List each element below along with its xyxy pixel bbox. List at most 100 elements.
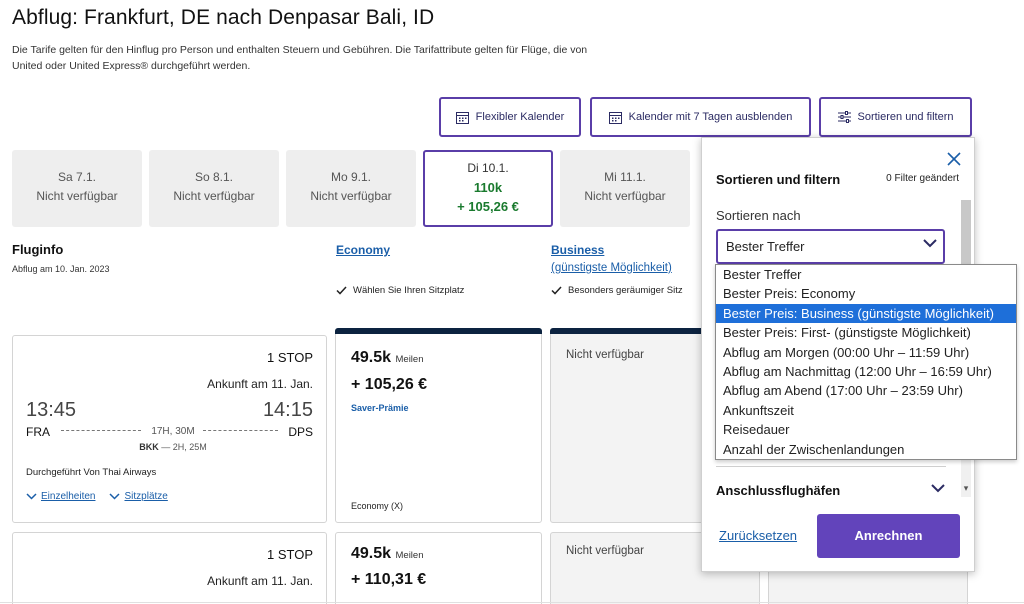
business-feature: Besonders geräumiger Sitz — [551, 285, 699, 296]
date-card-selected[interactable]: Di 10.1. 110k + 105,26 € — [423, 150, 553, 227]
fare-type: Saver-Prämie — [351, 403, 409, 413]
economy-feature-label: Wählen Sie Ihren Sitzplatz — [353, 285, 465, 296]
date-card[interactable]: So 8.1. Nicht verfügbar — [149, 150, 279, 227]
details-link[interactable]: Einzelheiten — [26, 491, 95, 502]
hide-calendar-button[interactable]: Kalender mit 7 Tagen ausblenden — [590, 97, 811, 137]
fare-class: Economy (X) — [351, 501, 404, 511]
fare-miles-value: 49.5k — [351, 545, 392, 562]
origin-airport: FRA — [26, 425, 50, 439]
sort-label: Sortieren nach — [716, 208, 801, 223]
sort-option[interactable]: Ankunftszeit — [716, 401, 1016, 420]
date-status: Nicht verfügbar — [36, 189, 118, 203]
chevron-down-icon — [26, 493, 37, 500]
seats-link-label: Sitzplätze — [124, 491, 168, 502]
details-link-label: Einzelheiten — [41, 491, 96, 502]
date-day: Sa 7.1. — [57, 170, 97, 184]
date-card[interactable]: Mi 11.1. Nicht verfügbar — [560, 150, 690, 227]
chevron-down-icon[interactable] — [931, 484, 945, 493]
date-miles: 110k — [473, 180, 503, 195]
departure-date: Abflug am 10. Jan. 2023 — [12, 264, 110, 274]
layover-airport: BKK — [139, 442, 159, 452]
fare-miles-value: 49.5k — [351, 349, 392, 366]
date-day: Mi 11.1. — [604, 170, 646, 184]
calendar-icon — [455, 111, 469, 124]
fare-card-topbar — [335, 328, 542, 334]
sliders-icon — [837, 111, 851, 123]
arrival-time: 14:15 — [262, 399, 313, 421]
sort-option[interactable]: Anzahl der Zwischenlandungen — [716, 440, 1016, 459]
chevron-down-icon — [109, 493, 121, 500]
scroll-down-arrow[interactable]: ▾ — [961, 483, 971, 497]
sort-option[interactable]: Reisedauer — [716, 420, 1016, 439]
stops-label: 1 STOP — [266, 350, 313, 365]
fare-info-line-1: Die Tarife gelten für den Hinflug pro Pe… — [12, 44, 588, 56]
sort-select[interactable]: Bester Treffer — [716, 229, 945, 264]
sort-option[interactable]: Bester Preis: Economy — [716, 284, 1016, 303]
chevron-down-icon — [923, 239, 937, 248]
flight-duration: 17H, 30M — [151, 426, 195, 437]
flight-card[interactable]: 1 STOP Ankunft am 11. Jan. 13:45 14:15 F… — [12, 335, 327, 523]
date-day: Di 10.1. — [467, 161, 509, 175]
sort-option[interactable]: Bester Treffer — [716, 265, 1016, 284]
divider — [0, 602, 1024, 603]
fare-price: + 110,31 € — [351, 571, 427, 588]
economy-fare-card[interactable]: 49.5k Meilen + 110,31 € — [335, 532, 542, 604]
date-day: Mo 9.1. — [330, 170, 372, 184]
date-day: So 8.1. — [194, 170, 234, 184]
date-price: + 105,26 € — [457, 199, 519, 214]
layover-duration: — 2H, 25M — [161, 442, 207, 452]
close-icon[interactable] — [946, 151, 962, 167]
reset-link[interactable]: Zurücksetzen — [719, 528, 797, 543]
panel-title: Sortieren und filtern — [716, 172, 841, 187]
check-icon — [336, 286, 347, 295]
flight-card[interactable]: 1 STOP Ankunft am 11. Jan. — [12, 532, 327, 604]
departure-time: 13:45 — [26, 399, 77, 421]
economy-fare-card[interactable]: 49.5k Meilen + 105,26 € Saver-Prämie Eco… — [335, 328, 542, 523]
route-line — [61, 430, 141, 431]
sort-option-highlighted[interactable]: Bester Preis: Business (günstigste Mögli… — [716, 303, 1016, 324]
connections-section[interactable]: Anschlussflughäfen — [716, 483, 840, 498]
sort-option[interactable]: Bester Preis: First- (günstigste Möglich… — [716, 323, 1016, 342]
business-cheapest-link[interactable]: (günstigste Möglichkeit) — [551, 262, 672, 274]
flexible-calendar-button[interactable]: Flexibler Kalender — [439, 97, 581, 137]
operator: Durchgeführt Von Thai Airways — [26, 467, 157, 478]
hide-calendar-label: Kalender mit 7 Tagen ausblenden — [628, 111, 793, 123]
sort-filter-button[interactable]: Sortieren und filtern — [819, 97, 972, 137]
destination-airport: DPS — [288, 425, 313, 439]
economy-feature: Wählen Sie Ihren Sitzplatz — [336, 285, 541, 296]
fare-miles-unit: Meilen — [395, 354, 424, 365]
business-feature-label: Besonders geräumiger Sitz — [568, 285, 683, 296]
layover-info: BKK — 2H, 25M — [123, 442, 223, 452]
fare-price: + 105,26 € — [351, 376, 428, 393]
arrival-date: Ankunft am 11. Jan. — [207, 377, 313, 391]
check-icon — [551, 286, 562, 295]
apply-button[interactable]: Anrechnen — [817, 514, 960, 558]
seats-link[interactable]: Sitzplätze — [109, 491, 168, 502]
not-available-label: Nicht verfügbar — [566, 545, 644, 557]
filters-changed-count: 0 Filter geändert — [886, 173, 959, 184]
fare-miles: 49.5k Meilen — [351, 545, 424, 563]
fare-info-line-2: United oder United Express® durchgeführt… — [12, 60, 251, 72]
calendar-icon — [608, 111, 622, 124]
arrival-date: Ankunft am 11. Jan. — [207, 574, 313, 588]
flexible-calendar-label: Flexibler Kalender — [475, 111, 565, 123]
sort-select-value: Bester Treffer — [726, 239, 805, 254]
fluginfo-heading: Fluginfo — [12, 242, 64, 257]
sort-options-list: Bester Treffer Bester Preis: Economy Bes… — [715, 264, 1017, 460]
fare-info-text: Die Tarife gelten für den Hinflug pro Pe… — [12, 42, 662, 74]
sort-option[interactable]: Abflug am Morgen (00:00 Uhr – 11:59 Uhr) — [716, 343, 1016, 362]
sort-option[interactable]: Abflug am Nachmittag (12:00 Uhr – 16:59 … — [716, 362, 1016, 381]
sort-option[interactable]: Abflug am Abend (17:00 Uhr – 23:59 Uhr) — [716, 381, 1016, 400]
date-status: Nicht verfügbar — [584, 189, 666, 203]
fare-miles-unit: Meilen — [395, 550, 424, 561]
sort-filter-label: Sortieren und filtern — [857, 111, 954, 123]
business-column-link[interactable]: Business — [551, 243, 604, 257]
divider — [716, 466, 946, 467]
economy-column-link[interactable]: Economy — [336, 243, 390, 257]
date-card[interactable]: Mo 9.1. Nicht verfügbar — [286, 150, 416, 227]
date-status: Nicht verfügbar — [310, 189, 392, 203]
date-status: Nicht verfügbar — [173, 189, 255, 203]
date-card[interactable]: Sa 7.1. Nicht verfügbar — [12, 150, 142, 227]
stops-label: 1 STOP — [266, 547, 313, 562]
route-line — [203, 430, 278, 431]
